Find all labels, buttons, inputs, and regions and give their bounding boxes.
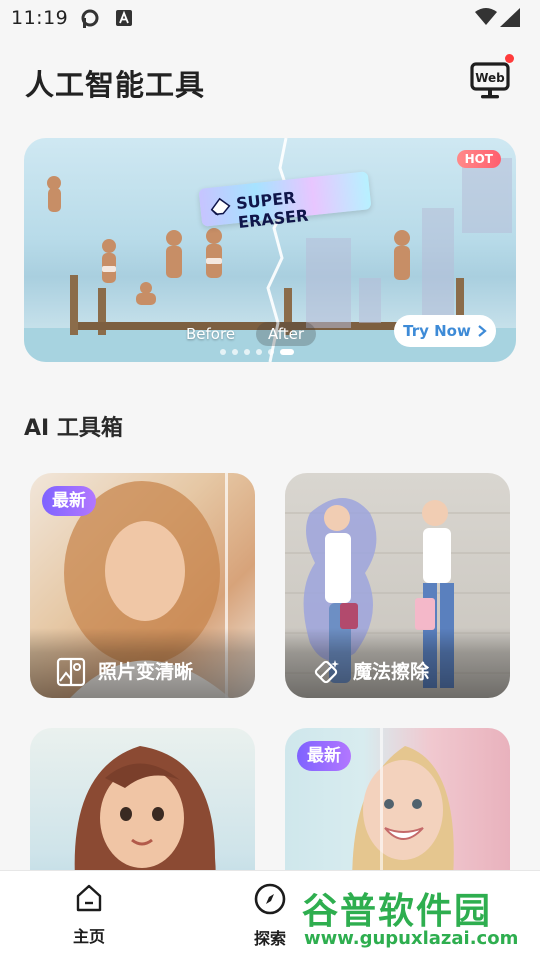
magic-eraser-icon — [314, 660, 339, 684]
tool-label: 魔法擦除 — [353, 661, 430, 683]
font-app-icon — [116, 10, 132, 26]
notification-app-icon — [81, 9, 99, 28]
banner-pagination — [220, 349, 294, 355]
tool-card-magic-eraser[interactable]: 魔法擦除 — [285, 473, 510, 698]
before-label: Before — [186, 325, 236, 343]
home-icon — [76, 884, 102, 912]
section-title: AI 工具箱 — [24, 416, 123, 441]
after-label: After — [256, 322, 317, 346]
status-time: 11:19 — [11, 7, 69, 29]
compass-icon — [254, 883, 286, 915]
pagination-dot[interactable] — [256, 349, 262, 355]
chevron-right-icon — [478, 325, 487, 337]
pagination-dot-active[interactable] — [280, 349, 294, 355]
image-enhance-icon — [56, 657, 86, 687]
nav-home[interactable]: 主页 — [49, 883, 129, 947]
eraser-icon — [210, 197, 231, 216]
pagination-dot[interactable] — [268, 349, 274, 355]
web-monitor-icon: Web — [470, 62, 510, 99]
site-watermark: 谷普软件园 www.gupuxlazai.com — [296, 880, 540, 956]
pagination-dot[interactable] — [232, 349, 238, 355]
try-now-button[interactable]: Try Now — [394, 315, 496, 347]
tool-card-photo-enhance[interactable]: 最新 照片变清晰 — [30, 473, 255, 698]
wifi-icon — [475, 8, 497, 25]
notification-dot — [505, 54, 514, 63]
watermark-url: www.gupuxlazai.com — [304, 928, 519, 949]
web-button[interactable]: Web — [469, 60, 513, 102]
watermark-title: 谷普软件园 — [302, 891, 493, 932]
try-now-label: Try Now — [403, 322, 471, 340]
web-label: Web — [475, 71, 505, 85]
promo-banner[interactable]: HOT SUPER ERASER Before After Try Now — [24, 138, 516, 362]
status-bar: 11:19 — [0, 0, 540, 36]
new-badge: 最新 — [42, 486, 96, 516]
page-title: 人工智能工具 — [25, 68, 206, 102]
tool-label: 照片变清晰 — [98, 661, 194, 683]
signal-icon — [500, 8, 520, 27]
hot-badge: HOT — [456, 150, 501, 168]
pagination-dot[interactable] — [244, 349, 250, 355]
new-badge: 最新 — [297, 741, 351, 771]
pagination-dot[interactable] — [220, 349, 226, 355]
nav-home-label: 主页 — [72, 927, 105, 946]
